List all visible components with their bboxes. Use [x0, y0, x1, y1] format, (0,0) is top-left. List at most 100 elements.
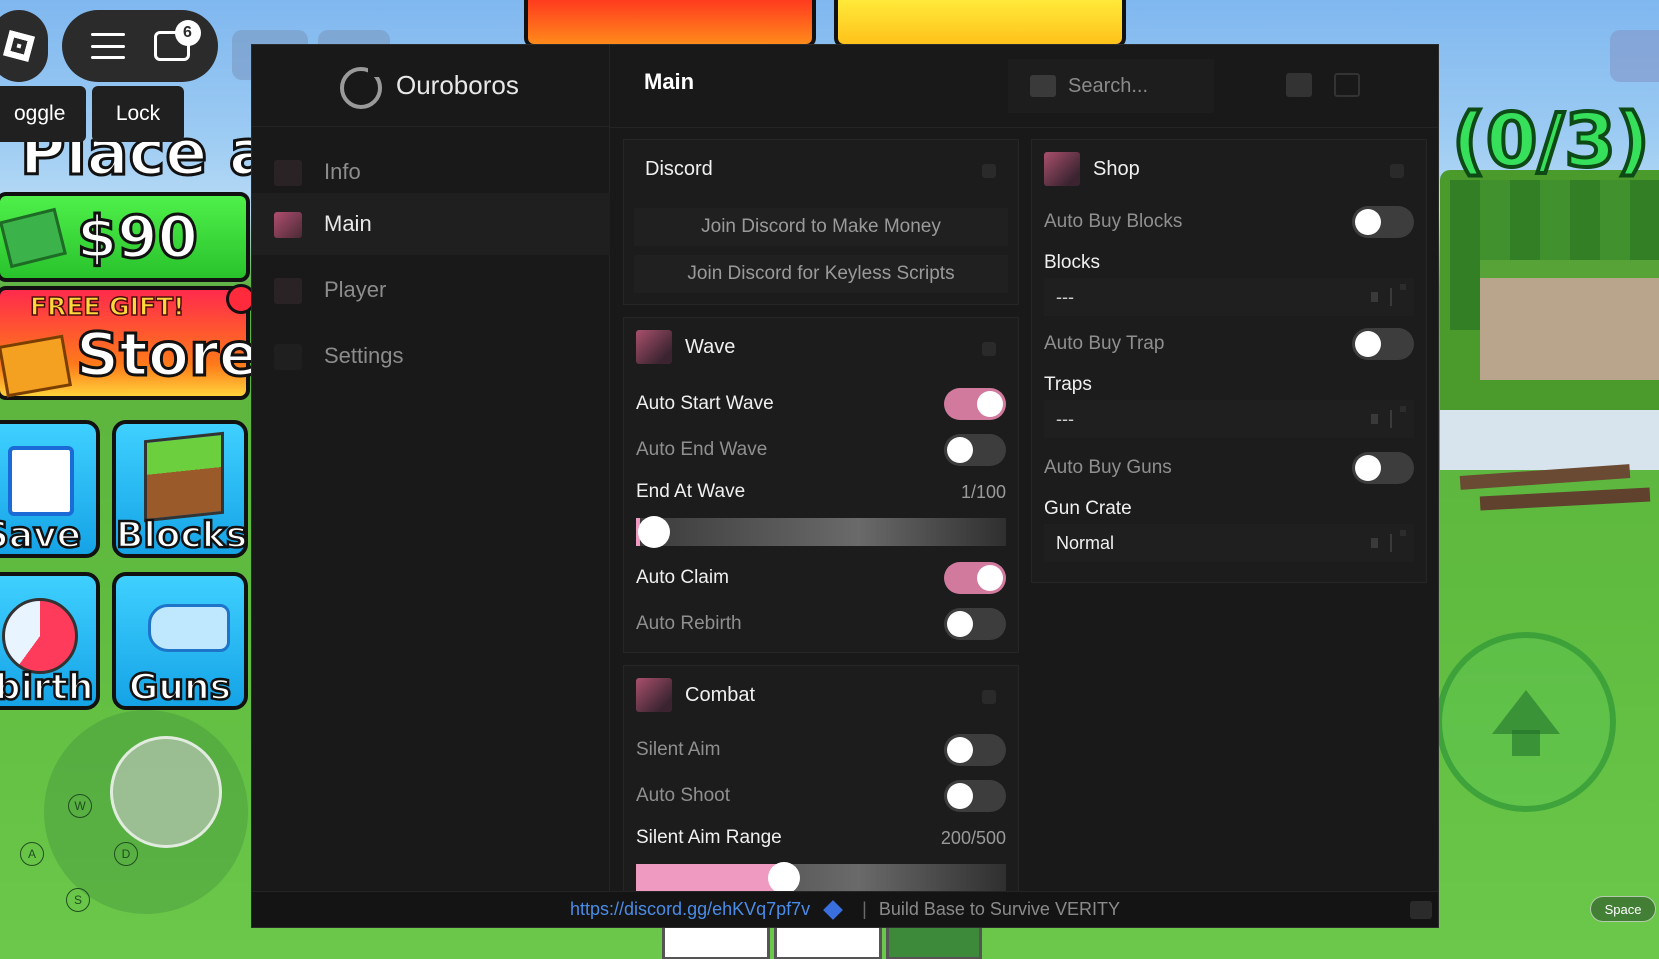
- my-base-tab[interactable]: [524, 0, 816, 48]
- key-w: W: [68, 794, 92, 818]
- blocks-dropdown[interactable]: ---: [1044, 278, 1414, 316]
- divider: [1390, 534, 1392, 552]
- store-label: Store: [74, 319, 260, 392]
- section-collapse-icon[interactable]: [982, 690, 996, 704]
- ouroboros-window: Ouroboros Info Main Player Settings Main…: [251, 44, 1439, 928]
- sidebar-item-player[interactable]: Player: [252, 259, 610, 321]
- divider: [1390, 288, 1392, 306]
- chevron-down-icon: [1371, 292, 1378, 302]
- auto-shoot-toggle[interactable]: [944, 780, 1006, 812]
- auto-claim-toggle[interactable]: [944, 562, 1006, 594]
- auto-end-wave-toggle[interactable]: [944, 434, 1006, 466]
- space-key-hint: Space: [1590, 896, 1656, 922]
- hamburger-icon[interactable]: [90, 33, 125, 59]
- info-icon: [274, 160, 302, 186]
- wave-section: Wave Auto Start Wave Auto End Wave End A…: [623, 317, 1019, 653]
- chat-icon[interactable]: 6: [153, 20, 201, 61]
- brand: Ouroboros: [252, 45, 610, 127]
- traps-dropdown[interactable]: ---: [1044, 400, 1414, 438]
- lock-button[interactable]: Lock: [92, 86, 184, 142]
- section-header: Wave: [624, 318, 1018, 376]
- discord-link[interactable]: https://discord.gg/ehKVq7pf7v: [570, 899, 810, 920]
- build-together-tab[interactable]: [834, 0, 1126, 48]
- close-icon[interactable]: [1334, 73, 1360, 97]
- dropdown-label: Gun Crate: [1044, 498, 1132, 519]
- auto-buy-guns-toggle[interactable]: [1352, 452, 1414, 484]
- toggle-label: Silent Aim: [636, 739, 721, 760]
- shop-icon: [1044, 152, 1080, 186]
- toggle-label: Auto Claim: [636, 567, 729, 588]
- section-collapse-icon[interactable]: [982, 342, 996, 356]
- end-at-wave-slider[interactable]: [636, 516, 1006, 548]
- toggle-label: Auto Buy Trap: [1044, 333, 1165, 354]
- slider-label: Silent Aim Range: [636, 827, 782, 848]
- music-button[interactable]: [1610, 30, 1659, 82]
- dropdown-value: ---: [1056, 286, 1074, 307]
- sidebar-item-label: Settings: [324, 343, 404, 368]
- toggle-label: Auto Rebirth: [636, 613, 742, 634]
- silent-aim-range-slider[interactable]: [636, 862, 1006, 892]
- auto-rebirth-toggle[interactable]: [944, 608, 1006, 640]
- guns-tile-button[interactable]: Guns: [112, 572, 248, 710]
- gun-crate-dropdown[interactable]: Normal: [1044, 524, 1414, 562]
- slider-fill: [636, 864, 784, 892]
- auto-claim-row: Auto Claim: [636, 560, 1006, 596]
- save-tile-button[interactable]: Save: [0, 420, 100, 558]
- blocks-tile-button[interactable]: Blocks: [112, 420, 248, 558]
- auto-buy-guns-row: Auto Buy Guns: [1044, 450, 1414, 486]
- joystick-knob[interactable]: [110, 736, 222, 848]
- dropdown-dot-icon: [1400, 406, 1406, 412]
- end-at-wave-row: End At Wave 1/100: [636, 474, 1006, 510]
- search-input[interactable]: Search...: [1008, 59, 1214, 113]
- combat-icon: [636, 678, 672, 712]
- silent-aim-range-row: Silent Aim Range 200/500: [636, 820, 1006, 856]
- brand-name: Ouroboros: [396, 70, 519, 100]
- auto-start-wave-row: Auto Start Wave: [636, 386, 1006, 422]
- auto-buy-trap-row: Auto Buy Trap: [1044, 326, 1414, 362]
- section-collapse-icon[interactable]: [982, 164, 996, 178]
- chat-badge: 6: [174, 20, 201, 46]
- auto-start-wave-toggle[interactable]: [944, 388, 1006, 420]
- chevron-down-icon: [1371, 538, 1378, 548]
- footer: https://discord.gg/ehKVq7pf7v | Build Ba…: [252, 891, 1438, 927]
- sidebar-item-settings[interactable]: Settings: [252, 325, 610, 387]
- auto-buy-blocks-row: Auto Buy Blocks: [1044, 204, 1414, 240]
- section-collapse-icon[interactable]: [1390, 164, 1404, 178]
- resize-icon[interactable]: [1410, 901, 1432, 919]
- discord-section: Discord Join Discord to Make Money Join …: [623, 139, 1019, 305]
- sidebar-item-main[interactable]: Main: [252, 193, 610, 255]
- toggle-button[interactable]: oggle: [0, 86, 86, 142]
- road: [1440, 410, 1659, 470]
- shop-section: Shop Auto Buy Blocks Blocks --- Auto Buy…: [1031, 139, 1427, 583]
- key-a: A: [20, 842, 44, 866]
- key-s: S: [66, 888, 90, 912]
- section-header: Combat: [624, 666, 1018, 724]
- slider-knob[interactable]: [768, 862, 800, 892]
- section-title: Combat: [685, 683, 756, 706]
- save-icon: [8, 446, 74, 516]
- store-button[interactable]: FREE GIFT! Store: [0, 286, 261, 400]
- rebirth-icon: [2, 598, 78, 674]
- join-discord-keyless-button[interactable]: Join Discord for Keyless Scripts: [634, 255, 1008, 293]
- hud-menu-group: 6: [62, 10, 218, 82]
- slider-knob[interactable]: [637, 516, 670, 548]
- sidebar: Ouroboros Info Main Player Settings: [252, 45, 610, 893]
- slider-value: 1/100: [960, 481, 1006, 502]
- up-arrow-icon: [1492, 690, 1560, 756]
- rebirth-tile-label: ebirth: [0, 666, 95, 710]
- toggle-label: Auto Start Wave: [636, 393, 774, 414]
- auto-shoot-row: Auto Shoot: [636, 778, 1006, 814]
- roblox-menu-button[interactable]: [0, 10, 48, 82]
- auto-buy-trap-toggle[interactable]: [1352, 328, 1414, 360]
- auto-buy-blocks-toggle[interactable]: [1352, 206, 1414, 238]
- game-name: Build Base to Survive VERITY: [878, 899, 1120, 919]
- minimize-icon[interactable]: [1286, 73, 1312, 97]
- join-discord-money-button[interactable]: Join Discord to Make Money: [634, 208, 1008, 246]
- rebirth-tile-button[interactable]: ebirth: [0, 572, 100, 710]
- wave-icon: [636, 330, 672, 364]
- roblox-logo-icon: [3, 30, 35, 62]
- jump-button[interactable]: [1436, 632, 1616, 812]
- silent-aim-toggle[interactable]: [944, 734, 1006, 766]
- ray-gun-icon: [148, 604, 230, 652]
- dropdown-label: Blocks: [1044, 252, 1100, 273]
